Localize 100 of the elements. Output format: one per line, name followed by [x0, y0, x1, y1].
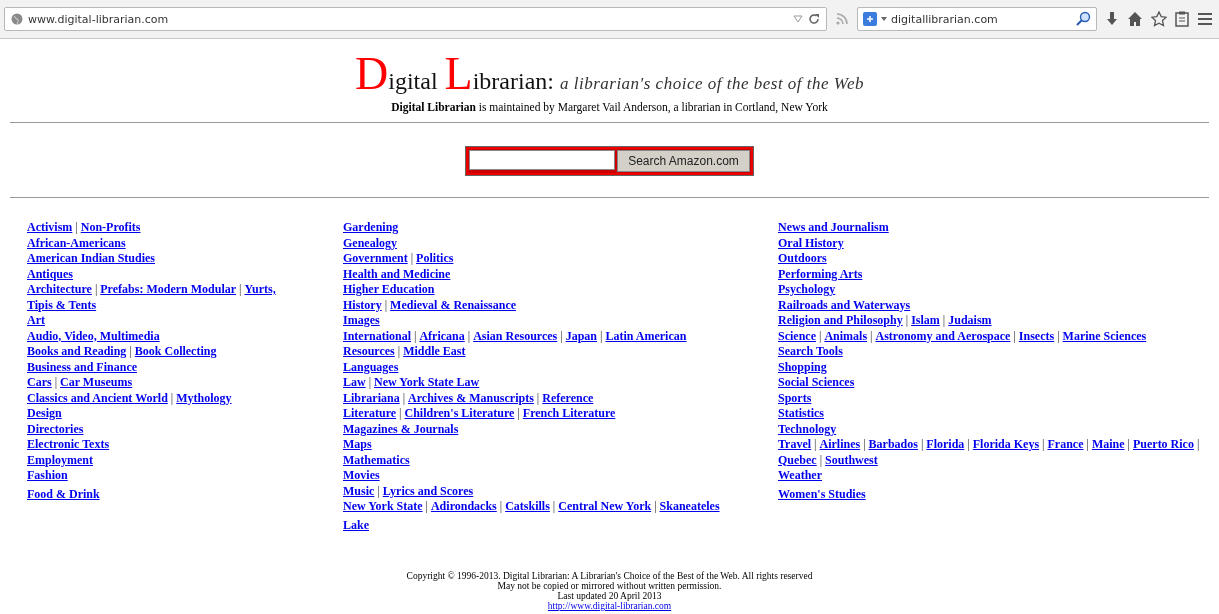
category-link[interactable]: Religion and Philosophy	[778, 313, 903, 327]
category-link[interactable]: Non-Profits	[80, 220, 141, 234]
category-link[interactable]: Law	[343, 375, 366, 389]
category-link[interactable]: Employment	[27, 452, 93, 467]
category-link[interactable]: Outdoors	[778, 251, 827, 265]
category-link[interactable]: Middle East	[403, 344, 466, 358]
category-link[interactable]: Florida Keys	[972, 437, 1040, 451]
category-link[interactable]: Resources	[343, 344, 395, 358]
category-link[interactable]: Classics and Ancient World	[27, 390, 168, 405]
category-link[interactable]: Sports	[778, 390, 812, 405]
category-link[interactable]: New York State	[343, 499, 423, 513]
category-link[interactable]: Women's Studies	[778, 486, 866, 501]
category-link[interactable]: Literature	[343, 406, 397, 420]
category-link[interactable]: Medieval & Renaissance	[390, 297, 517, 312]
clipboard-icon[interactable]	[1175, 11, 1189, 27]
category-link[interactable]: Prefabs: Modern Modular	[100, 282, 237, 296]
category-link[interactable]: Tipis & Tents	[27, 297, 97, 312]
category-link[interactable]: Business and Finance	[27, 359, 138, 374]
star-icon[interactable]	[1151, 11, 1167, 27]
category-link[interactable]: Travel	[778, 437, 812, 451]
category-link[interactable]: Skaneateles	[659, 499, 720, 513]
category-link[interactable]: Lake	[343, 517, 369, 532]
category-link[interactable]: Gardening	[343, 220, 399, 234]
category-link[interactable]: Railroads and Waterways	[778, 297, 911, 312]
category-link[interactable]: Astronomy and Aerospace	[875, 328, 1011, 343]
category-link[interactable]: News and Journalism	[778, 220, 889, 234]
category-link[interactable]: Insects	[1018, 328, 1055, 343]
category-link[interactable]: Directories	[27, 421, 84, 436]
category-link[interactable]: African-Americans	[27, 235, 126, 250]
address-bar[interactable]: www.digital-librarian.com	[4, 7, 827, 31]
category-link[interactable]: Africana	[419, 328, 465, 343]
category-link[interactable]: Marine Sciences	[1062, 328, 1147, 343]
category-link[interactable]: Animals	[824, 328, 868, 343]
category-link[interactable]: Statistics	[778, 406, 824, 420]
category-link[interactable]: Mathematics	[343, 452, 410, 467]
category-link[interactable]: Books and Reading	[27, 344, 127, 358]
category-link[interactable]: Latin American	[605, 328, 687, 343]
category-link[interactable]: Judaism	[948, 313, 992, 327]
category-link[interactable]: Electronic Texts	[27, 437, 110, 451]
category-link[interactable]: Librariana	[343, 390, 400, 405]
category-link[interactable]: Lyrics and Scores	[382, 483, 474, 498]
category-link[interactable]: Activism	[27, 220, 73, 234]
category-link[interactable]: Maps	[343, 437, 372, 451]
search-icon[interactable]	[1075, 11, 1091, 27]
search-button[interactable]: Search Amazon.com	[617, 150, 750, 172]
category-link[interactable]: Psychology	[778, 282, 836, 296]
search-input[interactable]	[469, 150, 616, 170]
search-engine-icon[interactable]	[863, 12, 877, 26]
category-link[interactable]: Health and Medicine	[343, 266, 451, 281]
category-link[interactable]: Fashion	[27, 468, 68, 482]
reload-icon[interactable]	[808, 13, 820, 25]
download-icon[interactable]	[1105, 11, 1119, 27]
category-link[interactable]: Car Museums	[60, 375, 133, 389]
home-icon[interactable]	[1127, 11, 1143, 27]
category-link[interactable]: Catskills	[505, 499, 550, 513]
category-link[interactable]: Art	[27, 313, 45, 327]
caret-icon[interactable]	[881, 17, 887, 21]
menu-icon[interactable]	[1197, 12, 1213, 26]
category-link[interactable]: Archives & Manuscripts	[408, 390, 534, 405]
footer-link[interactable]: http://www.digital-librarian.com	[547, 601, 672, 611]
category-link[interactable]: Weather	[778, 468, 822, 482]
category-link[interactable]: Mythology	[176, 390, 232, 405]
category-link[interactable]: Oral History	[778, 235, 844, 250]
category-link[interactable]: Social Sciences	[778, 375, 855, 389]
category-link[interactable]: Central New York	[558, 499, 652, 513]
category-link[interactable]: Shopping	[778, 359, 827, 374]
category-link[interactable]: Politics	[416, 251, 454, 265]
category-link[interactable]: Magazines & Journals	[343, 421, 459, 436]
category-link[interactable]: Asian Resources	[473, 328, 558, 343]
category-link[interactable]: Design	[27, 406, 62, 420]
category-link[interactable]: Audio, Video, Multimedia	[27, 328, 160, 343]
category-link[interactable]: Performing Arts	[778, 266, 863, 281]
category-link[interactable]: Adirondacks	[430, 499, 497, 513]
category-link[interactable]: History	[343, 297, 382, 312]
category-link[interactable]: Children's Literature	[404, 406, 515, 420]
category-link[interactable]: Book Collecting	[134, 344, 217, 358]
category-link[interactable]: Technology	[778, 421, 837, 436]
category-link[interactable]: Government	[343, 251, 408, 265]
category-link[interactable]: Higher Education	[343, 282, 435, 296]
category-link[interactable]: Airlines	[819, 437, 861, 451]
category-link[interactable]: Southwest	[825, 452, 878, 467]
category-link[interactable]: Food & Drink	[27, 486, 100, 501]
category-link[interactable]: Barbados	[868, 437, 918, 451]
category-link[interactable]: Architecture	[27, 282, 92, 296]
search-bar[interactable]: digitallibrarian.com	[857, 7, 1097, 31]
category-link[interactable]: Quebec	[778, 452, 817, 467]
category-link[interactable]: Maine	[1091, 437, 1125, 451]
category-link[interactable]: Search Tools	[778, 344, 843, 358]
category-link[interactable]: New York State Law	[374, 375, 480, 389]
category-link[interactable]: Genealogy	[343, 235, 397, 250]
category-link[interactable]: Japan	[565, 328, 598, 343]
category-link[interactable]: Puerto Rico	[1132, 437, 1194, 451]
category-link[interactable]: Cars	[27, 375, 52, 389]
category-link[interactable]: Movies	[343, 468, 380, 482]
category-link[interactable]: Languages	[343, 359, 399, 374]
category-link[interactable]: Reference	[542, 390, 594, 405]
category-link[interactable]: Images	[343, 313, 380, 327]
category-link[interactable]: Antiques	[27, 266, 73, 281]
category-link[interactable]: Florida	[926, 437, 965, 451]
category-link[interactable]: Science	[778, 328, 816, 343]
